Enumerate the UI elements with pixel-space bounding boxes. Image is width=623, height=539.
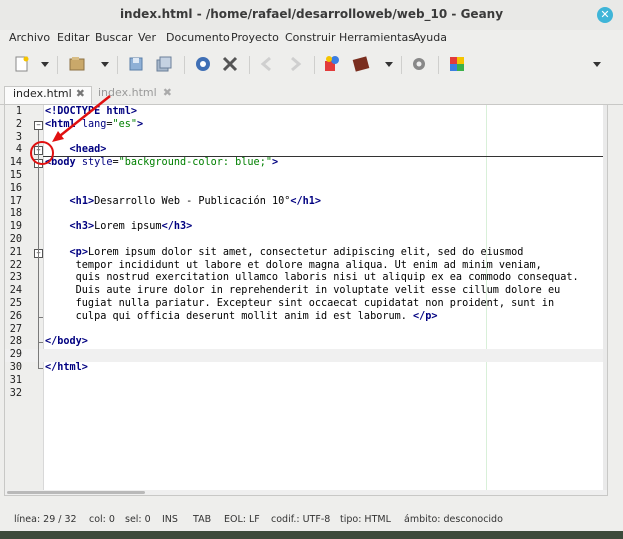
annotation-arrow-icon <box>52 95 111 142</box>
desktop-background <box>0 531 623 539</box>
